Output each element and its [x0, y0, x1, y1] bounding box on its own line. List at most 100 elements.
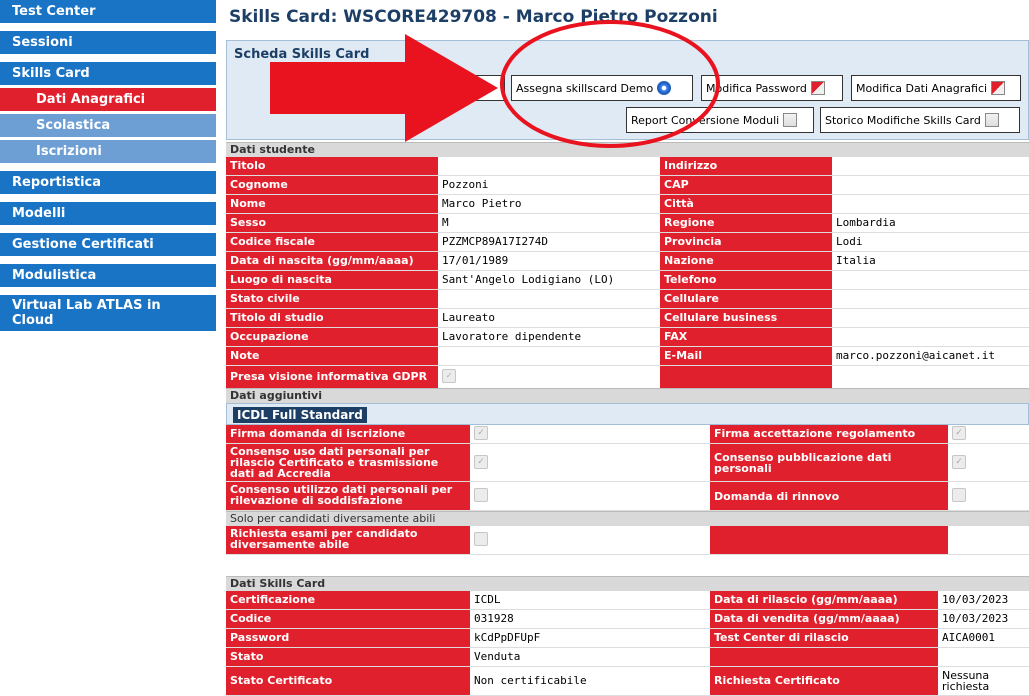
field-value — [832, 328, 1029, 346]
certification-badge: ICDL Full Standard — [233, 407, 367, 423]
checkbox[interactable]: ✓ — [474, 426, 488, 440]
field-value: 031928 — [470, 610, 710, 628]
hidden-button[interactable] — [433, 75, 505, 101]
aggiuntivi-right-label: Domanda di rinnovo — [710, 482, 948, 510]
aggiuntivi-right-value — [948, 482, 1029, 510]
field-value — [438, 290, 660, 308]
report-conversione-button[interactable]: Report Conversione Moduli — [626, 107, 814, 133]
field-value: Non certificabile — [470, 667, 710, 695]
abili-row: Richiesta esami per candidato diversamen… — [226, 526, 1029, 555]
studente-row: Stato civile Cellulare — [226, 290, 1029, 309]
aggiuntivi-row: Consenso utilizzo dati personali per ril… — [226, 482, 1029, 511]
certification-banner: ICDL Full Standard — [226, 403, 1029, 425]
nav-modulistica[interactable]: Modulistica — [0, 264, 216, 287]
field-value: Pozzoni — [438, 176, 660, 194]
field-label: Stato Certificato — [226, 667, 470, 695]
nav-skills-card[interactable]: Skills Card — [0, 62, 216, 85]
section-header: Dati studente — [226, 142, 1029, 157]
field-value: Lavoratore dipendente — [438, 328, 660, 346]
sidebar: Test Center Sessioni Skills Card Dati An… — [0, 0, 216, 337]
field-value: Marco Pietro — [438, 195, 660, 213]
storico-modifiche-button[interactable]: Storico Modifiche Skills Card — [820, 107, 1020, 133]
field-label: Nazione — [660, 252, 832, 270]
field-label: Indirizzo — [660, 157, 832, 175]
edit-document-icon — [991, 81, 1006, 95]
edit-table-icon — [810, 81, 825, 95]
field-value — [832, 290, 1029, 308]
field-label: Certificazione — [226, 591, 470, 609]
studente-row: Note E-Mail marco.pozzoni@aicanet.it — [226, 347, 1029, 366]
field-label: CAP — [660, 176, 832, 194]
field-label: Titolo di studio — [226, 309, 438, 327]
nav-virtual-lab[interactable]: Virtual Lab ATLAS in Cloud — [0, 295, 216, 331]
checkbox[interactable]: ✓ — [474, 454, 488, 469]
field-label: E-Mail — [660, 347, 832, 365]
aggiuntivi-left-label: Consenso uso dati personali per rilascio… — [226, 444, 470, 481]
nav-scolastica[interactable]: Scolastica — [0, 114, 216, 137]
document-icon — [783, 113, 798, 127]
field-value — [832, 309, 1029, 327]
field-value: Venduta — [470, 648, 710, 666]
modifica-anagrafici-label: Modifica Dati Anagrafici — [856, 81, 988, 95]
empty-value — [832, 366, 1029, 388]
aggiuntivi-right-value: ✓ — [948, 444, 1029, 481]
checkbox[interactable] — [474, 532, 488, 546]
studente-row: Sesso M Regione Lombardia — [226, 214, 1029, 233]
aggiuntivi-row: Firma domanda di iscrizione ✓ Firma acce… — [226, 425, 1029, 444]
studente-row: Nome Marco Pietro Città — [226, 195, 1029, 214]
field-value — [438, 347, 660, 365]
studente-row: Titolo di studio Laureato Cellulare busine… — [226, 309, 1029, 328]
field-value — [832, 176, 1029, 194]
nav-sessioni[interactable]: Sessioni — [0, 31, 216, 54]
field-value — [938, 648, 1029, 666]
field-label: Codice — [226, 610, 470, 628]
aggiuntivi-right-label: Firma accettazione regolamento — [710, 425, 948, 443]
field-label: Regione — [660, 214, 832, 232]
assegna-demo-button[interactable]: Assegna skillscard Demo — [511, 75, 693, 101]
checkbox[interactable]: ✓ — [952, 426, 966, 440]
field-value: M — [438, 214, 660, 232]
field-label: Cellulare business — [660, 309, 832, 327]
modifica-password-button[interactable]: Modifica Password — [701, 75, 843, 101]
field-value: Sant'Angelo Lodigiano (LO) — [438, 271, 660, 289]
field-value — [438, 157, 660, 175]
skills-rows: Certificazione ICDL Data di rilascio (gg/m… — [226, 591, 1029, 696]
report-conversione-label: Report Conversione Moduli — [631, 113, 780, 127]
storico-modifiche-label: Storico Modifiche Skills Card — [825, 113, 981, 127]
studente-row: Codice fiscale PZZMCP89A17I274D Provincia L… — [226, 233, 1029, 252]
gdpr-checkbox[interactable]: ✓ — [442, 369, 456, 383]
field-label: Test Center di rilascio — [710, 629, 938, 647]
field-value: ICDL — [470, 591, 710, 609]
nav-test-center[interactable]: Test Center — [0, 0, 216, 23]
field-value: kCdPpDFUpF — [470, 629, 710, 647]
field-label: Cognome — [226, 176, 438, 194]
nav-modelli[interactable]: Modelli — [0, 202, 216, 225]
card-title: Scheda Skills Card — [234, 47, 370, 62]
checkbox[interactable] — [474, 488, 488, 502]
checkbox[interactable] — [952, 488, 966, 502]
field-label: FAX — [660, 328, 832, 346]
field-label: Data di rilascio (gg/mm/aaaa) — [710, 591, 938, 609]
dati-studente-section: Dati studente Titolo Indirizzo Cognome Pozz… — [226, 142, 1029, 389]
nav-dati-anagrafici[interactable]: Dati Anagrafici — [0, 88, 216, 111]
section-header: Dati Skills Card — [226, 576, 1029, 591]
checkbox[interactable]: ✓ — [952, 454, 966, 469]
field-label: Richiesta Certificato — [710, 667, 938, 695]
nav-gestione-certificati[interactable]: Gestione Certificati — [0, 233, 216, 256]
studente-row: Occupazione Lavoratore dipendente FAX — [226, 328, 1029, 347]
assegna-demo-label: Assegna skillscard Demo — [516, 81, 654, 95]
page-title: Skills Card: WSCORE429708 - Marco Pietro… — [229, 7, 718, 27]
dati-skills-section: Dati Skills Card Certificazione ICDL Data … — [226, 576, 1029, 696]
field-label — [710, 648, 938, 666]
aggiuntivi-left-value — [470, 482, 710, 510]
field-value: PZZMCP89A17I274D — [438, 233, 660, 251]
field-value: Lodi — [832, 233, 1029, 251]
aggiuntivi-right-label: Consenso pubblicazione dati personali — [710, 444, 948, 481]
abili-value — [470, 526, 710, 554]
nav-iscrizioni[interactable]: Iscrizioni — [0, 140, 216, 163]
nav-reportistica[interactable]: Reportistica — [0, 171, 216, 194]
field-value: Italia — [832, 252, 1029, 270]
field-value: 10/03/2023 — [938, 591, 1029, 609]
modifica-anagrafici-button[interactable]: Modifica Dati Anagrafici — [851, 75, 1021, 101]
aggiuntivi-left-value: ✓ — [470, 444, 710, 481]
